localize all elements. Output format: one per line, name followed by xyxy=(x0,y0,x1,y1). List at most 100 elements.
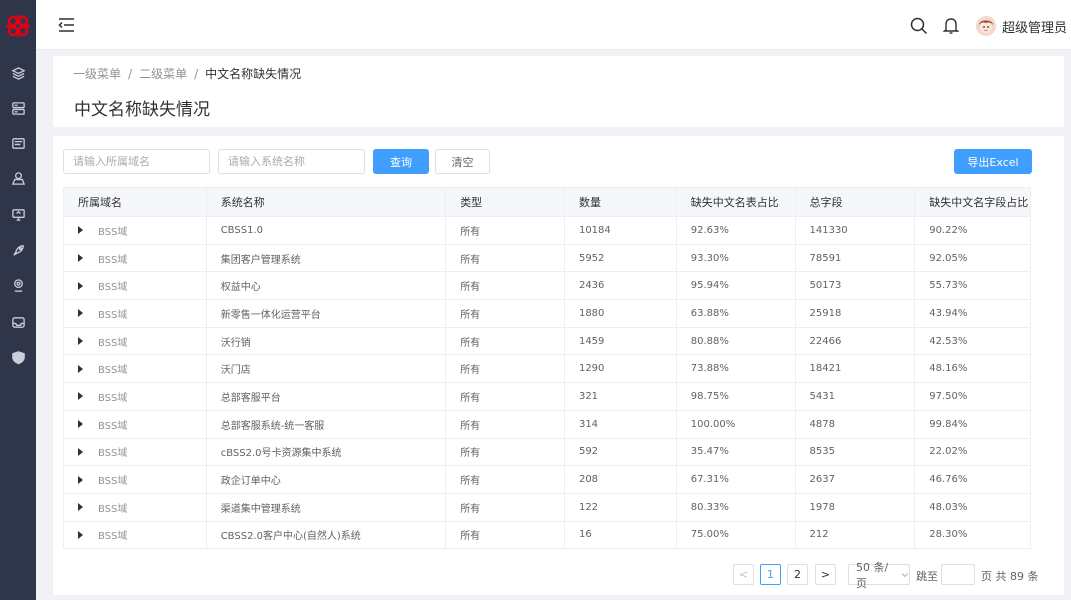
expand-row-icon[interactable] xyxy=(78,337,83,346)
column-header[interactable]: 数量 xyxy=(565,188,677,216)
cell-missing-table-ratio: 75.00% xyxy=(677,521,796,549)
monitor-icon[interactable] xyxy=(9,205,27,223)
shield-icon[interactable] xyxy=(9,348,27,366)
expand-row-icon[interactable] xyxy=(78,447,83,456)
table-row[interactable]: BSS域 新零售一体化运营平台 所有 1880 63.88% 25918 43.94% xyxy=(64,300,1030,328)
table-row[interactable]: BSS域 集团客户管理系统 所有 5952 93.30% 78591 92.05% xyxy=(64,244,1030,273)
export-excel-button[interactable]: 导出Excel xyxy=(954,149,1032,174)
expand-row-icon[interactable] xyxy=(78,392,83,401)
location-pin-icon[interactable] xyxy=(9,276,27,294)
prev-page-button[interactable]: < xyxy=(733,564,754,585)
column-header[interactable]: 缺失中文名表占比 xyxy=(677,188,796,216)
cell-total-fields: 50173 xyxy=(796,272,916,300)
clear-button[interactable]: 清空 xyxy=(435,149,490,174)
breadcrumb-level1[interactable]: 一级菜单 xyxy=(73,67,121,81)
expand-row-icon[interactable] xyxy=(78,364,83,373)
page-1-button[interactable]: 1 xyxy=(760,564,781,585)
domain-search-input[interactable] xyxy=(63,149,210,174)
cell-missing-table-ratio: 80.33% xyxy=(677,493,796,521)
cell-system-name: 沃行销 xyxy=(207,327,447,355)
table-row[interactable]: BSS域 总部客服系统-统一客服 所有 314 100.00% 4878 99.84% xyxy=(64,410,1030,439)
database-icon[interactable] xyxy=(9,99,27,117)
cell-missing-table-ratio: 100.00% xyxy=(677,410,796,438)
menu-fold-icon[interactable] xyxy=(58,17,75,33)
cell-missing-field-ratio: 90.22% xyxy=(929,224,968,236)
bell-icon[interactable] xyxy=(942,17,960,35)
search-icon[interactable] xyxy=(910,17,928,35)
table-row[interactable]: BSS域 总部客服平台 所有 321 98.75% 5431 97.50% xyxy=(64,383,1030,411)
page-size-value: 50 条/页 xyxy=(856,560,889,590)
cell-total-fields: 4878 xyxy=(796,410,916,438)
layers-icon[interactable] xyxy=(9,64,27,82)
column-header[interactable]: 缺失中文名字段占比 xyxy=(915,188,1030,216)
cell-type: 所有 xyxy=(446,493,565,521)
table-row[interactable]: BSS域 政企订单中心 所有 208 67.31% 2637 46.76% xyxy=(64,466,1030,494)
cell-missing-table-ratio: 93.30% xyxy=(677,244,796,272)
cell-count: 2436 xyxy=(565,272,677,300)
cell-total-fields: 2637 xyxy=(796,466,916,493)
document-icon[interactable] xyxy=(9,134,27,152)
system-search-input[interactable] xyxy=(218,149,365,174)
cell-count: 5952 xyxy=(565,244,677,272)
cell-domain: BSS域 xyxy=(64,300,207,327)
cell-missing-table-ratio: 35.47% xyxy=(677,438,796,466)
table-row[interactable]: BSS域 CBSS2.0客户中心(自然人)系统 所有 16 75.00% 212 28.30… xyxy=(64,521,1030,550)
table-row[interactable]: BSS域 CBSS1.0 所有 10184 92.63% 141330 90.22% xyxy=(64,217,1030,245)
cell-missing-table-ratio: 98.75% xyxy=(677,383,796,410)
avatar[interactable] xyxy=(976,16,996,36)
expand-row-icon[interactable] xyxy=(78,254,83,263)
column-header[interactable]: 系统名称 xyxy=(207,188,447,216)
cell-total-fields: 141330 xyxy=(796,217,916,244)
domain-text: BSS域 xyxy=(98,503,128,515)
breadcrumb-level2[interactable]: 二级菜单 xyxy=(139,67,187,81)
expand-row-icon[interactable] xyxy=(78,226,83,235)
breadcrumb-separator: / xyxy=(128,67,133,81)
column-header[interactable]: 总字段 xyxy=(796,188,916,216)
cell-type: 所有 xyxy=(446,217,565,244)
table-row[interactable]: BSS域 权益中心 所有 2436 95.94% 50173 55.73% xyxy=(64,272,1030,301)
cell-missing-table-ratio: 63.88% xyxy=(677,300,796,327)
expand-row-icon[interactable] xyxy=(78,420,83,429)
table-row[interactable]: BSS域 cBSS2.0号卡资源集中系统 所有 592 35.47% 8535 22.02% xyxy=(64,438,1030,467)
table-row[interactable]: BSS域 沃门店 所有 1290 73.88% 18421 48.16% xyxy=(64,355,1030,384)
cell-domain: BSS域 xyxy=(64,244,207,272)
top-bar: 超级管理员 xyxy=(36,0,1071,50)
query-button[interactable]: 查询 xyxy=(373,149,429,174)
inbox-icon[interactable] xyxy=(9,313,27,331)
cell-system-name: CBSS1.0 xyxy=(207,217,447,244)
cell-count: 208 xyxy=(565,466,677,493)
cell-count: 1290 xyxy=(565,355,677,383)
cell-total-fields: 5431 xyxy=(796,383,916,410)
cell-missing-field-ratio: 97.50% xyxy=(929,390,968,402)
china-unicom-logo[interactable] xyxy=(0,0,36,52)
domain-text: BSS域 xyxy=(98,392,128,404)
cell-missing-field-ratio: 43.94% xyxy=(929,307,968,319)
table-row[interactable]: BSS域 沃行销 所有 1459 80.88% 22466 42.53% xyxy=(64,327,1030,356)
column-header[interactable]: 类型 xyxy=(446,188,565,216)
expand-row-icon[interactable] xyxy=(78,281,83,290)
jump-unit: 页 xyxy=(981,570,992,583)
jump-page-input[interactable] xyxy=(941,564,975,585)
user-name[interactable]: 超级管理员 xyxy=(1002,17,1067,36)
page-2-button[interactable]: 2 xyxy=(787,564,808,585)
cell-system-name: 总部客服系统-统一客服 xyxy=(207,410,447,438)
cell-total-fields: 22466 xyxy=(796,327,916,355)
page-size-select[interactable]: 50 条/页 xyxy=(848,561,910,590)
next-page-button[interactable]: > xyxy=(815,564,836,585)
expand-row-icon[interactable] xyxy=(78,530,83,539)
expand-row-icon[interactable] xyxy=(78,475,83,484)
cell-type: 所有 xyxy=(446,383,565,410)
user-location-icon[interactable] xyxy=(9,169,27,187)
cell-type: 所有 xyxy=(446,355,565,383)
rocket-icon[interactable] xyxy=(9,241,27,259)
expand-row-icon[interactable] xyxy=(78,309,83,318)
cell-system-name: 政企订单中心 xyxy=(207,466,447,493)
expand-row-icon[interactable] xyxy=(78,503,83,512)
cell-missing-field-ratio: 48.16% xyxy=(929,363,968,375)
column-header[interactable]: 所属域名 xyxy=(64,188,207,216)
cell-domain: BSS域 xyxy=(64,272,207,300)
chevron-down-icon xyxy=(901,572,909,577)
table-row[interactable]: BSS域 渠道集中管理系统 所有 122 80.33% 1978 48.03% xyxy=(64,493,1030,522)
cell-missing-field-ratio: 22.02% xyxy=(929,446,968,458)
cell-type: 所有 xyxy=(446,466,565,493)
